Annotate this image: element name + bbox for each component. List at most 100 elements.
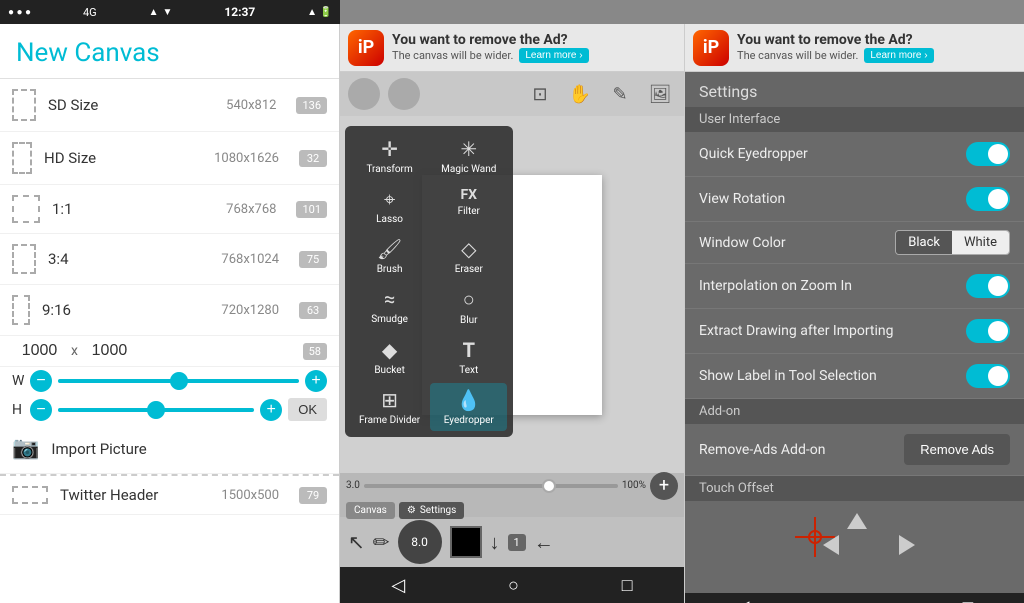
list-item[interactable]: Twitter Header 1500x500 79	[0, 474, 339, 515]
palette-text[interactable]: T Text	[430, 333, 507, 381]
pen-tool-button[interactable]: ✏	[373, 530, 390, 554]
settings-panel: iP You want to remove the Ad? The canvas…	[684, 24, 1024, 603]
brush-icon: 🖌	[377, 237, 402, 261]
draw-icon[interactable]: ✎	[604, 78, 636, 110]
canvas-name-9-16: 9:16	[42, 301, 209, 319]
interpolation-toggle[interactable]	[966, 274, 1010, 298]
width-slider-track[interactable]	[58, 379, 299, 383]
canvas-thumb-sd	[12, 89, 36, 121]
quick-eyedropper-toggle[interactable]	[966, 142, 1010, 166]
custom-width-input[interactable]	[12, 342, 67, 360]
list-item[interactable]: SD Size 540x812 136	[0, 79, 339, 132]
palette-lasso[interactable]: ⌖ Lasso	[351, 182, 428, 230]
custom-height-input[interactable]	[82, 342, 137, 360]
download-button[interactable]: ↓	[490, 530, 500, 555]
setting-show-label: Show Label in Tool Selection	[685, 354, 1024, 399]
canvas-size-twitter: 1500x500	[221, 488, 279, 503]
addon-remove-ads: Remove-Ads Add-on Remove Ads	[685, 424, 1024, 476]
palette-frame-divider[interactable]: ⊞ Frame Divider	[351, 383, 428, 431]
top-toolbar-mid: ⊡ ✋ ✎ 🖼	[340, 72, 684, 116]
canvas-badge-hd: 32	[299, 150, 327, 167]
canvas-thumb-1-1	[12, 195, 40, 223]
window-color-black-option[interactable]: Black	[896, 231, 952, 254]
extract-drawing-label: Extract Drawing after Importing	[699, 323, 966, 339]
learn-more-button-right[interactable]: Learn more ›	[864, 48, 933, 63]
custom-badge: 58	[303, 343, 327, 360]
palette-lasso-label: Lasso	[376, 214, 403, 225]
show-label-toggle[interactable]	[966, 364, 1010, 388]
setting-extract-drawing: Extract Drawing after Importing	[685, 309, 1024, 354]
height-slider-row: H − + OK	[0, 395, 339, 424]
image-icon[interactable]: 🖼	[644, 78, 676, 110]
color-swatch[interactable]	[450, 526, 482, 558]
canvas-thumb-twitter	[12, 486, 48, 504]
layer-count-badge[interactable]: 1	[508, 534, 526, 551]
palette-frame-divider-label: Frame Divider	[359, 415, 420, 426]
back-button[interactable]: ←	[534, 530, 554, 555]
brush-size-circle[interactable]: 8.0	[398, 520, 442, 564]
width-minus-button[interactable]: −	[30, 370, 52, 392]
ok-button[interactable]: OK	[288, 398, 327, 421]
palette-transform[interactable]: ✛ Transform	[351, 132, 428, 180]
recent-nav-button-right[interactable]: □	[951, 593, 986, 603]
canvas-tab[interactable]: Canvas	[346, 502, 395, 519]
recent-nav-button-mid[interactable]: □	[610, 571, 645, 600]
arrow-tool-button[interactable]: ↖	[348, 530, 365, 554]
canvas-badge-3-4: 75	[299, 251, 327, 268]
palette-magic-wand[interactable]: ✳ Magic Wand	[430, 132, 507, 180]
window-color-white-option[interactable]: White	[952, 231, 1009, 254]
settings-tab[interactable]: ⚙ Settings	[399, 502, 464, 519]
home-nav-button-right[interactable]: ○	[839, 593, 874, 603]
home-nav-button-mid[interactable]: ○	[496, 571, 531, 600]
eyedropper-icon: 💧	[456, 388, 481, 412]
learn-more-button-mid[interactable]: Learn more ›	[519, 48, 588, 63]
palette-brush[interactable]: 🖌 Brush	[351, 232, 428, 280]
status-icons: ▲ ▼	[149, 7, 173, 18]
width-plus-button[interactable]: +	[305, 370, 327, 392]
offset-left-arrow[interactable]	[823, 535, 839, 555]
magic-wand-icon: ✳	[460, 137, 477, 161]
canvas-thumb-9-16	[12, 295, 30, 325]
height-minus-button[interactable]: −	[30, 399, 52, 421]
palette-bucket[interactable]: ◆ Bucket	[351, 333, 428, 381]
extract-drawing-toggle[interactable]	[966, 319, 1010, 343]
list-item[interactable]: 1:1 768x768 101	[0, 185, 339, 234]
list-item[interactable]: HD Size 1080x1626 32	[0, 132, 339, 185]
height-slider-thumb[interactable]	[147, 401, 165, 419]
tool-circle-2[interactable]	[388, 78, 420, 110]
palette-eraser[interactable]: ◇ Eraser	[430, 232, 507, 280]
tool-circle-1[interactable]	[348, 78, 380, 110]
height-plus-button[interactable]: +	[260, 399, 282, 421]
palette-bucket-label: Bucket	[374, 365, 405, 376]
back-nav-button-right[interactable]: ◁	[724, 593, 762, 603]
camera-icon: 📷	[12, 436, 39, 461]
zoom-slider[interactable]	[364, 484, 618, 488]
import-label: Import Picture	[51, 440, 146, 458]
width-slider-thumb[interactable]	[170, 372, 188, 390]
settings-title: Settings	[685, 72, 1024, 107]
offset-up-arrow[interactable]	[847, 513, 867, 529]
palette-smudge[interactable]: ≈ Smudge	[351, 282, 428, 331]
height-slider-track[interactable]	[58, 408, 254, 412]
offset-right-arrow[interactable]	[899, 535, 915, 555]
addon-label: Remove-Ads Add-on	[699, 442, 904, 458]
list-item[interactable]: 3:4 768x1024 75	[0, 234, 339, 285]
palette-filter[interactable]: FX Filter	[430, 182, 507, 230]
add-canvas-button[interactable]: +	[650, 472, 678, 500]
import-picture-row[interactable]: 📷 Import Picture	[0, 424, 339, 474]
move-icon[interactable]: ✋	[564, 78, 596, 110]
select-icon[interactable]: ⊡	[524, 78, 556, 110]
filter-icon: FX	[460, 187, 477, 203]
back-nav-button-mid[interactable]: ◁	[379, 571, 417, 600]
ad-text-sub-right: The canvas will be wider.	[737, 49, 858, 62]
palette-eyedropper[interactable]: 💧 Eyedropper	[430, 383, 507, 431]
canvas-panel: iP You want to remove the Ad? The canvas…	[340, 24, 684, 603]
zoom-slider-thumb[interactable]	[542, 479, 556, 493]
list-item[interactable]: 9:16 720x1280 63	[0, 285, 339, 336]
view-rotation-toggle[interactable]	[966, 187, 1010, 211]
remove-ads-button[interactable]: Remove Ads	[904, 434, 1010, 465]
palette-eyedropper-label: Eyedropper	[444, 415, 494, 426]
width-slider-row: W − +	[0, 367, 339, 395]
window-color-toggle[interactable]: Black White	[895, 230, 1010, 255]
palette-blur[interactable]: ○ Blur	[430, 282, 507, 331]
